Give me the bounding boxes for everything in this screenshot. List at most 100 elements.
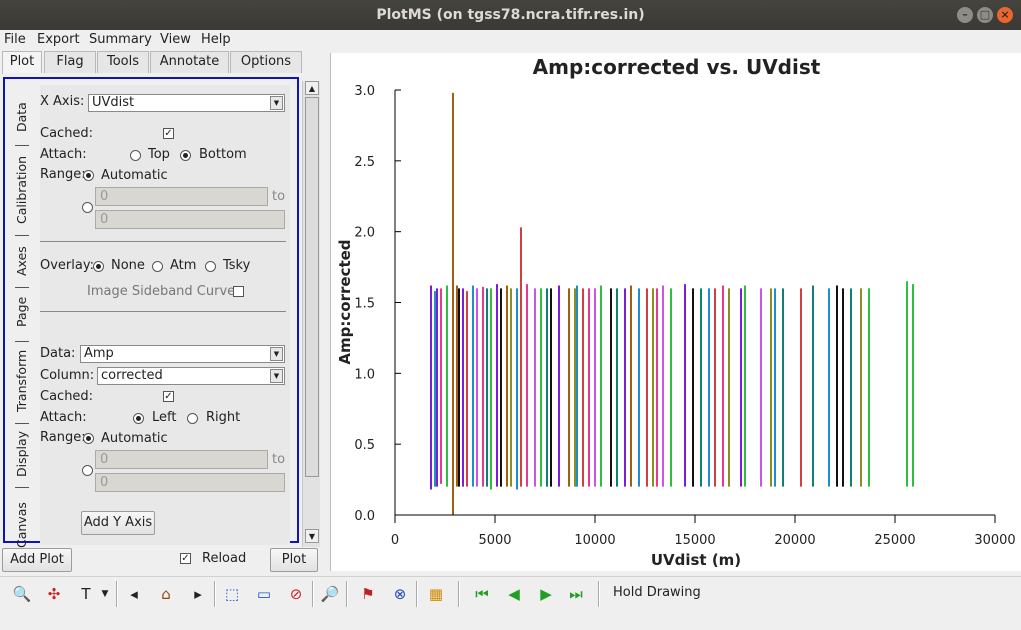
y-tick-label: 1.0 bbox=[354, 367, 375, 382]
y-tick-label: 2.0 bbox=[354, 226, 375, 241]
series-7 bbox=[476, 285, 762, 487]
pan-icon[interactable]: ✣ bbox=[42, 582, 66, 606]
y-range-to-label: to bbox=[272, 452, 286, 467]
chevron-down-icon: ▼ bbox=[270, 347, 283, 361]
vtab-divider bbox=[15, 287, 29, 288]
x-range-manual-radio[interactable] bbox=[82, 202, 93, 213]
overlay-none-label: None bbox=[111, 258, 145, 273]
x-cached-label: Cached: bbox=[40, 126, 94, 141]
tab-annotate[interactable]: Annotate bbox=[150, 51, 229, 73]
chevron-down-icon[interactable]: ▼ bbox=[98, 582, 112, 606]
next-page-icon[interactable]: ▸ bbox=[186, 582, 210, 606]
overlay-label: Overlay: bbox=[40, 258, 94, 273]
y-attach-right-label: Right bbox=[206, 410, 241, 425]
clear-regions-icon[interactable]: ⊘ bbox=[284, 582, 308, 606]
y-range-min-field[interactable]: 0 bbox=[95, 450, 268, 469]
add-plot-button[interactable]: Add Plot bbox=[2, 548, 72, 572]
menu-summary[interactable]: Summary bbox=[89, 32, 152, 47]
locate-icon[interactable]: 🔎 bbox=[318, 582, 342, 606]
tab-flag[interactable]: Flag bbox=[44, 51, 96, 73]
y-attach-left-radio[interactable] bbox=[133, 413, 144, 424]
y-range-label: Range: bbox=[40, 430, 86, 445]
menu-export[interactable]: Export bbox=[37, 32, 80, 47]
vtab-calibration[interactable]: Calibration bbox=[13, 151, 31, 229]
reload-label: Reload bbox=[202, 551, 247, 566]
x-range-automatic-radio[interactable] bbox=[83, 170, 94, 181]
sideband-checkbox[interactable] bbox=[233, 286, 244, 297]
menu-file[interactable]: File bbox=[4, 32, 26, 47]
x-range-min-field[interactable]: 0 bbox=[95, 187, 268, 206]
window-titlebar: PlotMS (on tgss78.ncra.tifr.res.in) – □ … bbox=[0, 0, 1021, 30]
toolbar-separator bbox=[598, 581, 600, 607]
subtract-region-icon[interactable]: ▭ bbox=[252, 582, 276, 606]
last-iteration-icon[interactable]: ⏭ bbox=[564, 582, 588, 606]
menu-bar: File Export Summary View Help bbox=[0, 30, 1021, 50]
x-tick-label: 20000 bbox=[774, 533, 815, 548]
minimize-icon[interactable]: – bbox=[957, 7, 973, 23]
x-attach-bottom-radio[interactable] bbox=[180, 150, 191, 161]
x-tick-label: 0 bbox=[391, 533, 399, 548]
y-attach-right-radio[interactable] bbox=[187, 413, 198, 424]
previous-iteration-icon[interactable]: ◀ bbox=[502, 582, 526, 606]
y-range-max-field[interactable]: 0 bbox=[95, 473, 285, 492]
menu-view[interactable]: View bbox=[160, 32, 191, 47]
vtab-canvas[interactable]: Canvas bbox=[13, 501, 31, 549]
vtab-transform[interactable]: Transform bbox=[13, 347, 31, 415]
x-range-max-field[interactable]: 0 bbox=[95, 210, 285, 229]
x-range-label: Range: bbox=[40, 167, 86, 182]
y-range-manual-radio[interactable] bbox=[82, 465, 93, 476]
x-axis-select[interactable]: UVdist ▼ bbox=[88, 94, 285, 112]
y-cached-checkbox[interactable]: ✓ bbox=[163, 391, 174, 402]
y-range-automatic-radio[interactable] bbox=[83, 433, 94, 444]
vtab-page[interactable]: Page bbox=[13, 293, 31, 331]
window-title: PlotMS (on tgss78.ncra.tifr.res.in) bbox=[376, 7, 645, 23]
tab-options[interactable]: Options bbox=[230, 51, 302, 73]
chevron-down-icon: ▼ bbox=[270, 369, 283, 383]
unflag-icon[interactable]: ⊗ bbox=[388, 582, 412, 606]
x-range-automatic-label: Automatic bbox=[101, 168, 168, 183]
home-icon[interactable]: ⌂ bbox=[154, 582, 178, 606]
vtab-display[interactable]: Display bbox=[13, 429, 31, 479]
next-iteration-icon[interactable]: ▶ bbox=[534, 582, 558, 606]
y-attach-label: Attach: bbox=[40, 410, 87, 425]
vtab-divider bbox=[15, 487, 29, 488]
maximize-icon[interactable]: □ bbox=[977, 7, 993, 23]
menu-help[interactable]: Help bbox=[201, 32, 231, 47]
x-attach-top-radio[interactable] bbox=[130, 150, 141, 161]
tab-tools[interactable]: Tools bbox=[97, 51, 149, 73]
zoom-icon[interactable]: 🔍 bbox=[10, 582, 34, 606]
overlay-atm-radio[interactable] bbox=[152, 261, 163, 272]
chevron-down-icon: ▼ bbox=[270, 96, 283, 110]
scroll-down-icon[interactable]: ▼ bbox=[305, 529, 319, 543]
y-range-automatic-label: Automatic bbox=[101, 431, 168, 446]
overlay-none-radio[interactable] bbox=[93, 261, 104, 272]
x-cached-checkbox[interactable]: ✓ bbox=[163, 128, 174, 139]
first-iteration-icon[interactable]: ⏮ bbox=[470, 582, 494, 606]
scroll-thumb[interactable] bbox=[305, 97, 319, 477]
vtab-data[interactable]: Data bbox=[13, 97, 31, 137]
flag-extension-icon[interactable]: ▦ bbox=[424, 582, 448, 606]
reload-checkbox[interactable]: ✓ bbox=[180, 553, 191, 564]
mark-region-icon[interactable]: ⬚ bbox=[220, 582, 244, 606]
close-icon[interactable]: × bbox=[997, 7, 1013, 23]
add-y-axis-button[interactable]: Add Y Axis bbox=[81, 511, 155, 535]
x-axis-value: UVdist bbox=[92, 95, 135, 110]
prev-page-icon[interactable]: ◂ bbox=[122, 582, 146, 606]
y-attach-left-label: Left bbox=[152, 410, 177, 425]
y-column-select[interactable]: corrected ▼ bbox=[97, 367, 285, 385]
plot-button[interactable]: Plot bbox=[270, 548, 318, 572]
y-tick-label: 1.5 bbox=[354, 297, 375, 312]
main-tabs: Plot Flag Tools Annotate Options bbox=[0, 51, 330, 74]
vtab-axes[interactable]: Axes bbox=[13, 241, 31, 281]
plot-canvas[interactable]: Amp:corrected vs. UVdist Amp:corrected U… bbox=[330, 53, 1021, 571]
flag-icon[interactable]: ⚑ bbox=[356, 582, 380, 606]
hold-drawing-toggle[interactable]: Hold Drawing bbox=[613, 585, 701, 600]
tab-plot[interactable]: Plot bbox=[2, 51, 42, 74]
toolbar-separator bbox=[458, 581, 460, 607]
panel-scrollbar[interactable]: ▲ ▼ bbox=[302, 81, 320, 547]
x-tick-label: 30000 bbox=[974, 533, 1015, 548]
scroll-up-icon[interactable]: ▲ bbox=[305, 81, 319, 95]
y-data-select[interactable]: Amp ▼ bbox=[80, 345, 285, 363]
overlay-tsky-radio[interactable] bbox=[205, 261, 216, 272]
annotate-text-icon[interactable]: T bbox=[74, 582, 98, 606]
